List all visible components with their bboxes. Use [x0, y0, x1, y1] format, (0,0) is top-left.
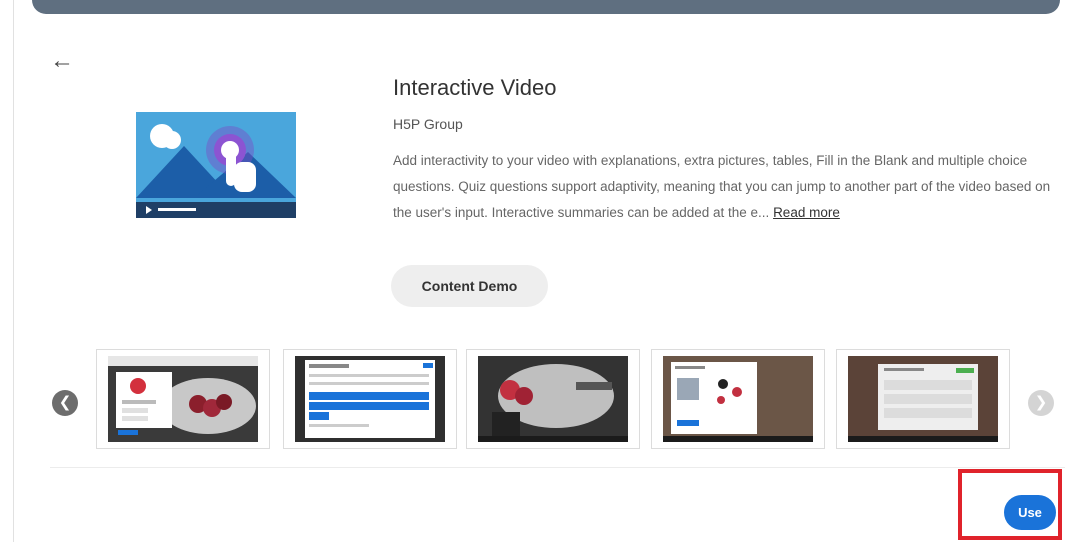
- footer-divider: [50, 467, 1065, 468]
- content-type-title: Interactive Video: [393, 75, 557, 100]
- description-text: Add interactivity to your video with exp…: [393, 153, 1051, 220]
- content-demo-button[interactable]: Content Demo: [391, 265, 548, 307]
- use-button[interactable]: Use: [1004, 495, 1056, 530]
- screenshot-thumbnail-3[interactable]: [466, 349, 640, 449]
- interactive-video-hero-icon: [136, 112, 296, 218]
- carousel-next-icon[interactable]: ❯: [1028, 390, 1054, 416]
- screenshot-thumbnail-5[interactable]: [836, 349, 1010, 449]
- screenshot-thumbnail-4[interactable]: [651, 349, 825, 449]
- back-arrow-icon[interactable]: ←: [50, 48, 76, 74]
- screenshot-thumbnail-2[interactable]: [283, 349, 457, 449]
- left-rail: [0, 0, 14, 542]
- hero-illustration: [136, 112, 296, 218]
- content-type-author: H5P Group: [393, 116, 463, 132]
- top-panel-edge: [32, 0, 1060, 14]
- content-type-description: Add interactivity to your video with exp…: [393, 148, 1053, 226]
- carousel-prev-icon[interactable]: ❮: [52, 390, 78, 416]
- screenshot-thumbnail-1[interactable]: [96, 349, 270, 449]
- read-more-link[interactable]: Read more: [773, 205, 840, 220]
